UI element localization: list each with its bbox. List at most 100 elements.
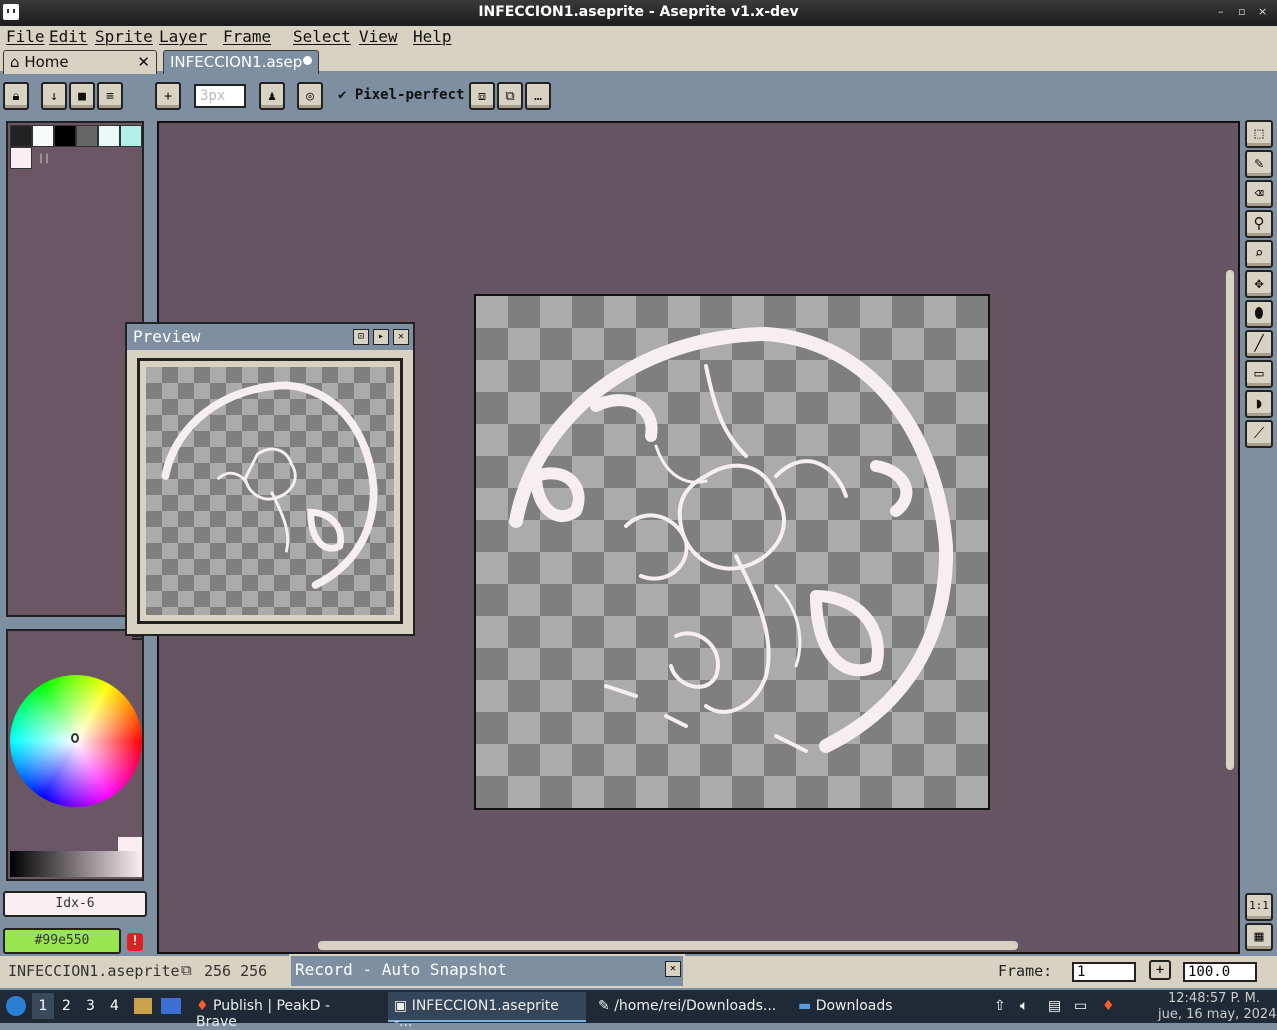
menu-view[interactable]: View [359, 27, 398, 46]
file-manager-launcher-icon[interactable] [134, 998, 152, 1014]
clipboard-icon[interactable]: ▤ [1048, 998, 1061, 1014]
menu-sprite[interactable]: Sprite [95, 27, 153, 46]
palette-swatch[interactable] [32, 125, 54, 147]
preview-artwork [161, 381, 378, 589]
task-aseprite[interactable]: ▣ INFECCION1.aseprite -... [388, 992, 586, 1030]
record-panel: Record - Auto Snapshot ✕ [289, 954, 685, 988]
timeline-toggle-icon[interactable]: ▦ [1245, 923, 1273, 951]
frame-label: Frame: [998, 962, 1053, 980]
preview-title: Preview [127, 324, 413, 350]
vertical-scrollbar[interactable] [1226, 270, 1234, 770]
pencil-tool-icon[interactable]: ✎ [1245, 150, 1273, 178]
preview-play-icon[interactable]: ▸ [373, 329, 389, 345]
clock-date[interactable]: jue, 16 may, 2024 [1158, 1007, 1276, 1022]
preview-close-icon[interactable]: ✕ [393, 329, 409, 345]
selected-swatch[interactable] [10, 147, 32, 169]
task-editor[interactable]: ✎ /home/rei/Downloads... [592, 992, 786, 1022]
menu-help[interactable]: Help [413, 27, 452, 46]
check-icon: ✔ [338, 87, 347, 103]
workspace-1[interactable]: 1 [32, 993, 54, 1019]
brave-tray-icon[interactable]: ♦ [1102, 998, 1115, 1014]
square-brush-icon[interactable]: ■ [69, 82, 95, 110]
title-bar: INFECCION1.aseprite - Aseprite v1.x-dev … [0, 0, 1277, 26]
maximize-button[interactable]: ▫ [1238, 5, 1245, 18]
clock-time[interactable]: 12:48:57 P. M. [1168, 991, 1260, 1006]
close-tab-icon[interactable]: ✕ [137, 53, 150, 71]
workspace-3[interactable]: 3 [86, 998, 95, 1014]
selection-indicator: || [38, 153, 51, 164]
task-brave-label: Publish | PeakD - Brave [196, 998, 331, 1030]
spray-icon[interactable]: ◎ [297, 82, 323, 110]
zoom-tool-icon[interactable]: ⌕ [1245, 240, 1273, 268]
task-brave[interactable]: ♦ Publish | PeakD - Brave [190, 992, 380, 1030]
palette-swatch[interactable] [10, 125, 32, 147]
blur-tool-icon[interactable]: ◗ [1245, 390, 1273, 418]
marquee-tool-icon[interactable]: ⬚ [1245, 120, 1273, 148]
tab-file[interactable]: INFECCION1.asep [163, 50, 319, 74]
task-editor-label: /home/rei/Downloads... [614, 998, 777, 1014]
minimize-button[interactable]: – [1218, 5, 1224, 18]
eraser-tool-icon[interactable]: ⌫ [1245, 180, 1273, 208]
start-menu-icon[interactable] [6, 996, 26, 1016]
preview-window: Preview ⊡ ▸ ✕ [125, 322, 415, 636]
horizontal-scrollbar[interactable] [318, 941, 1018, 950]
menu-bar: File Edit Sprite Layer Frame Select View… [0, 26, 1277, 48]
pixel-perfect-label: Pixel-perfect [354, 87, 465, 103]
color-wheel[interactable] [10, 675, 142, 807]
warning-icon[interactable]: ! [127, 933, 143, 951]
brush-options-icon[interactable]: ≡ [97, 82, 123, 110]
task-downloads[interactable]: ▬ Downloads [792, 992, 902, 1022]
desktop-launcher-icon[interactable] [161, 998, 181, 1014]
color-hex-field[interactable]: #99e550 [3, 928, 121, 954]
workspace-2[interactable]: 2 [62, 998, 71, 1014]
close-button[interactable]: × [1258, 5, 1267, 18]
frame-input[interactable]: 1 [1072, 962, 1136, 982]
record-label: Record - Auto Snapshot [295, 960, 507, 979]
eyedropper-tool-icon[interactable]: ⚲ [1245, 210, 1273, 238]
record-close-icon[interactable]: ✕ [665, 961, 681, 977]
lock-icon[interactable]: 🔒︎ [3, 82, 29, 110]
menu-edit[interactable]: Edit [49, 27, 88, 46]
network-icon[interactable]: ▭ [1074, 998, 1087, 1014]
download-icon[interactable]: ↓ [41, 82, 67, 110]
menu-select[interactable]: Select [293, 27, 351, 46]
zoom-input[interactable]: 100.0 [1183, 962, 1257, 982]
shade-bar[interactable] [10, 851, 142, 877]
workspace-4[interactable]: 4 [110, 998, 119, 1014]
palette-swatch[interactable] [54, 125, 76, 147]
pixel-perfect-checkbox[interactable]: ✔ Pixel-perfect [338, 87, 464, 103]
preview-canvas [137, 358, 403, 624]
brush-size-plus-icon[interactable]: + [155, 82, 181, 110]
zoom-reset-button[interactable]: 1:1 [1245, 893, 1273, 921]
upload-tray-icon[interactable]: ⇧ [994, 998, 1006, 1014]
color-index-field[interactable]: Idx-6 [3, 891, 147, 917]
sprite-size-icon: ⧉ [181, 961, 192, 979]
line-tool-icon[interactable]: ╱ [1245, 330, 1273, 358]
palette-swatch[interactable] [120, 125, 142, 147]
sprite-canvas[interactable] [474, 294, 990, 810]
menu-file[interactable]: File [6, 27, 45, 46]
volume-icon[interactable]: 🔈︎ [1020, 998, 1028, 1014]
color-selector-panel [6, 629, 144, 881]
palette-swatch[interactable] [76, 125, 98, 147]
menu-layer[interactable]: Layer [159, 27, 207, 46]
rectangle-tool-icon[interactable]: ▭ [1245, 360, 1273, 388]
preview-center-icon[interactable]: ⊡ [353, 329, 369, 345]
context-toolbar: 🔒︎ ↓ ■ ≡ + 3px ♟ ◎ ✔ Pixel-perfect ⧈ ⧉ … [0, 77, 1277, 117]
ink-icon[interactable]: ♟ [259, 82, 285, 110]
brush-tool-icon[interactable]: ⟋ [1245, 420, 1273, 448]
fill-tool-icon[interactable]: ⬮ [1245, 300, 1273, 328]
brush-size-input[interactable]: 3px [194, 84, 246, 108]
palette-swatch[interactable] [98, 125, 120, 147]
menu-frame[interactable]: Frame [223, 27, 271, 46]
tab-home[interactable]: ⌂ Home ✕ [3, 50, 157, 74]
more-options-icon[interactable]: … [525, 82, 551, 110]
add-frame-button[interactable]: + [1149, 960, 1171, 980]
modified-dot-icon [303, 56, 312, 65]
task-aseprite-label: INFECCION1.aseprite -... [394, 998, 559, 1030]
move-tool-icon[interactable]: ✥ [1245, 270, 1273, 298]
symmetry-v-icon[interactable]: ⧉ [497, 82, 523, 110]
shade-highlight [118, 837, 142, 851]
window-title: INFECCION1.aseprite - Aseprite v1.x-dev [478, 4, 799, 20]
symmetry-h-icon[interactable]: ⧈ [469, 82, 495, 110]
